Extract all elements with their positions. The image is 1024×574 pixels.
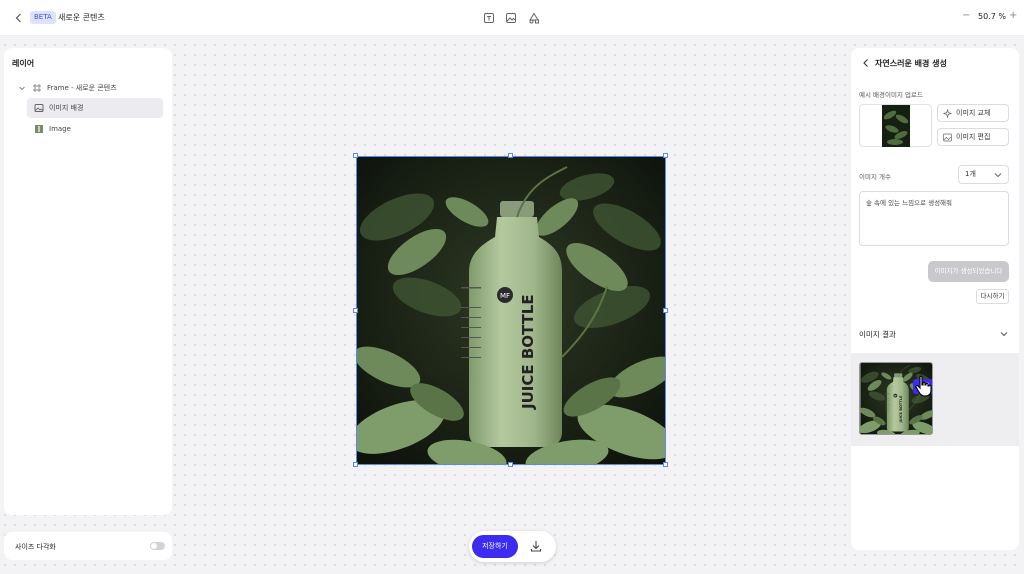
chevron-down-icon <box>994 173 1002 178</box>
background-generation-panel: 자연스러운 배경 생성 예시 배경이미지 업로드 이미지 교체 이미지 편집 이… <box>851 48 1019 550</box>
beta-badge: BETA <box>30 11 56 24</box>
document-title[interactable]: 새로운 콘텐츠 <box>58 12 105 23</box>
example-background-thumbnail[interactable] <box>859 104 932 147</box>
panel-back-icon[interactable] <box>861 58 871 68</box>
image-edit-icon <box>943 133 952 141</box>
edit-image-label: 이미지 편집 <box>956 133 991 141</box>
panel-title: 자연스러운 배경 생성 <box>875 59 947 68</box>
layer-label: Image <box>49 125 71 133</box>
top-bar: BETA 새로운 콘텐츠 − 50.7 % + <box>0 0 1024 36</box>
prompt-textarea[interactable]: 숲 속에 있는 느낌으로 생성해줘 <box>859 191 1009 246</box>
size-diversify-label: 사이즈 다각화 <box>15 543 56 551</box>
layer-label: 이미지 배경 <box>49 104 84 112</box>
result-image <box>860 363 932 434</box>
upload-label: 예시 배경이미지 업로드 <box>859 91 923 99</box>
chevron-down-icon[interactable] <box>999 329 1009 339</box>
back-arrow-icon[interactable] <box>12 11 26 25</box>
results-area: 적용 <box>851 353 1019 446</box>
resize-handle[interactable] <box>663 462 668 467</box>
retry-button[interactable]: 다시하기 <box>976 289 1009 304</box>
image-thumb-icon <box>35 125 43 133</box>
image-tool-icon[interactable] <box>504 11 518 25</box>
shapes-tool-icon[interactable] <box>527 11 541 25</box>
replace-image-button[interactable]: 이미지 교체 <box>937 104 1009 122</box>
generate-status-button[interactable]: 이미지가 생성되었습니다 <box>928 261 1009 282</box>
chevron-down-icon[interactable] <box>18 84 26 92</box>
layers-panel: 레이어 Frame - 새로운 콘텐츠 이미지 배경 Image <box>4 48 172 515</box>
layer-item-image[interactable]: Image <box>27 119 163 139</box>
canvas-image[interactable] <box>356 156 666 465</box>
image-count-value: 1개 <box>965 170 976 178</box>
layers-title: 레이어 <box>12 59 35 68</box>
size-diversify-toggle[interactable] <box>150 542 165 550</box>
replace-image-label: 이미지 교체 <box>956 109 991 117</box>
frame-icon <box>33 84 41 92</box>
resize-handle[interactable] <box>663 153 668 158</box>
resize-handle[interactable] <box>508 153 513 158</box>
image-icon <box>34 104 44 112</box>
product-photo <box>357 157 666 465</box>
sparkle-icon <box>943 108 952 118</box>
resize-handle[interactable] <box>353 153 358 158</box>
resize-handle[interactable] <box>353 308 358 313</box>
save-button[interactable]: 저장하기 <box>472 535 518 558</box>
result-thumbnail[interactable]: 적용 <box>859 362 933 435</box>
image-count-label: 이미지 개수 <box>859 173 891 181</box>
zoom-out-button[interactable]: − <box>962 10 974 24</box>
bottom-action-bar: 저장하기 <box>469 531 556 562</box>
resize-handle[interactable] <box>508 462 513 467</box>
leaf-thumbnail-image <box>882 105 910 147</box>
image-count-select[interactable]: 1개 <box>958 165 1009 184</box>
size-diversify-card: 사이즈 다각화 <box>4 532 172 560</box>
zoom-in-button[interactable]: + <box>1009 10 1021 24</box>
text-tool-icon[interactable] <box>482 11 496 25</box>
results-heading: 이미지 결과 <box>859 330 896 339</box>
zoom-level: 50.7 % <box>978 12 1006 21</box>
download-icon[interactable] <box>529 539 543 553</box>
layer-item-image-background[interactable]: 이미지 배경 <box>27 98 163 118</box>
resize-handle[interactable] <box>353 462 358 467</box>
resize-handle[interactable] <box>663 308 668 313</box>
hand-cursor-icon <box>915 375 932 397</box>
layer-item-frame[interactable]: Frame - 새로운 콘텐츠 <box>18 78 168 98</box>
edit-image-button[interactable]: 이미지 편집 <box>937 128 1009 146</box>
layer-label: Frame - 새로운 콘텐츠 <box>47 84 117 92</box>
